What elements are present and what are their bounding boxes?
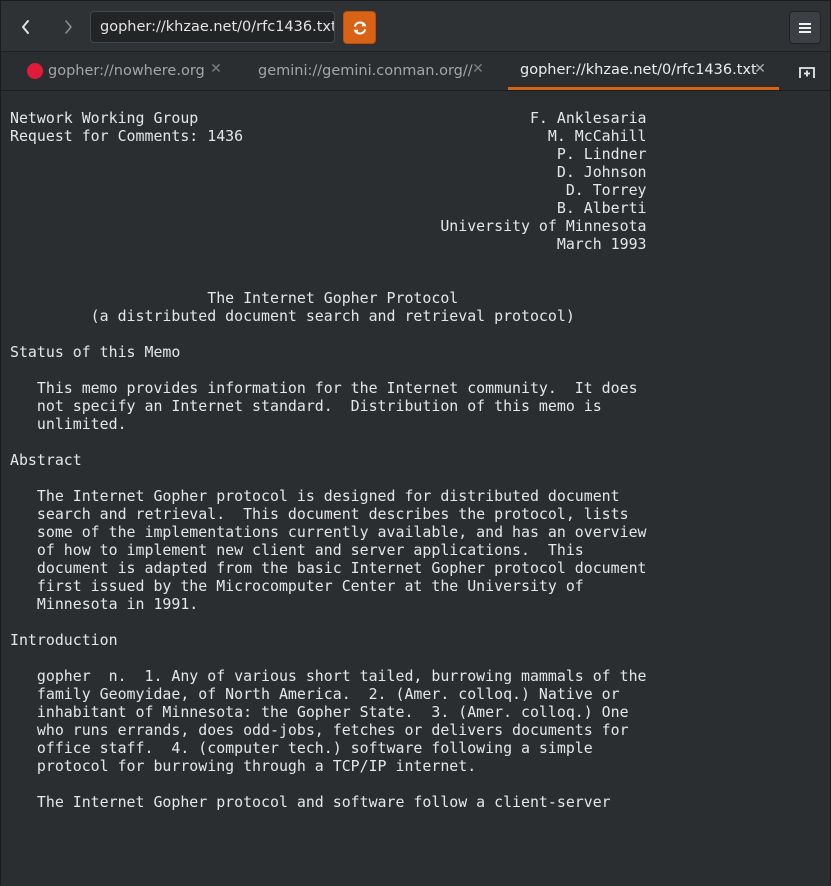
document-line: document is adapted from the basic Inter…	[10, 559, 647, 577]
new-tab-icon	[799, 67, 815, 78]
back-button[interactable]	[9, 11, 43, 43]
document-line: Status of this Memo	[10, 343, 181, 361]
tab-nowhere[interactable]: gopher://nowhere.org ✕	[27, 52, 237, 90]
document-line: gopher n. 1. Any of various short tailed…	[10, 667, 647, 685]
document-line: The Internet Gopher protocol is designed…	[10, 487, 620, 505]
url-input[interactable]: gopher://khzae.net/0/rfc1436.txt	[90, 11, 335, 43]
document-line: first issued by the Microcomputer Center…	[10, 577, 584, 595]
document-line: inhabitant of Minnesota: the Gopher Stat…	[10, 703, 629, 721]
main-menu-button[interactable]	[789, 11, 821, 44]
document-line: D. Torrey	[10, 181, 647, 199]
document-line: University of Minnesota	[10, 217, 647, 235]
document-line: not specify an Internet standard. Distri…	[10, 397, 602, 415]
document-line: who runs errands, does odd-jobs, fetches…	[10, 721, 629, 739]
forward-button[interactable]	[51, 11, 85, 43]
document-line: of how to implement new client and serve…	[10, 541, 584, 559]
reload-button[interactable]	[343, 11, 376, 44]
document-line: P. Lindner	[10, 145, 647, 163]
chevron-right-icon	[65, 20, 72, 34]
document-text: Network Working Group F. Anklesaria Requ…	[10, 109, 647, 811]
document-line: search and retrieval. This document desc…	[10, 505, 629, 523]
document-line: B. Alberti	[10, 199, 647, 217]
toolbar: gopher://khzae.net/0/rfc1436.txt	[1, 1, 830, 52]
document-line: Introduction	[10, 631, 118, 649]
hamburger-menu-icon	[799, 22, 811, 33]
document-line: Network Working Group F. Anklesaria	[10, 109, 647, 127]
tab-label: gopher://khzae.net/0/rfc1436.txt	[520, 61, 757, 78]
tab-conman[interactable]: gemini://gemini.conman.org// ✕	[258, 52, 498, 90]
document-line: some of the implementations currently av…	[10, 523, 647, 541]
document-line: family Geomyidae, of North America. 2. (…	[10, 685, 620, 703]
document-line: Minnesota in 1991.	[10, 595, 199, 613]
tab-rfc1436[interactable]: gopher://khzae.net/0/rfc1436.txt ✕	[508, 52, 779, 90]
error-status-icon	[27, 63, 43, 79]
tab-label: gemini://gemini.conman.org//	[258, 63, 473, 79]
tab-label: gopher://nowhere.org	[48, 63, 205, 79]
document-line: office staff. 4. (computer tech.) softwa…	[10, 739, 593, 757]
document-line: March 1993	[10, 235, 647, 253]
new-tab-button[interactable]	[792, 61, 822, 83]
document-line: (a distributed document search and retri…	[10, 307, 575, 325]
document-line: Abstract	[10, 451, 82, 469]
document-line: protocol for burrowing through a TCP/IP …	[10, 757, 477, 775]
document-line: unlimited.	[10, 415, 127, 433]
close-icon[interactable]: ✕	[752, 61, 768, 77]
close-icon[interactable]: ✕	[208, 61, 224, 77]
document-line: This memo provides information for the I…	[10, 379, 638, 397]
document-line: The Internet Gopher protocol and softwar…	[10, 793, 611, 811]
close-icon[interactable]: ✕	[470, 61, 486, 77]
document-line: Request for Comments: 1436 M. McCahill	[10, 127, 647, 145]
reload-icon	[353, 21, 366, 34]
browser-window: gopher://khzae.net/0/rfc1436.txt gopher:…	[0, 0, 831, 886]
document-line: D. Johnson	[10, 163, 647, 181]
chevron-left-icon	[22, 20, 29, 34]
tab-bar: gopher://nowhere.org ✕ gemini://gemini.c…	[1, 52, 830, 91]
document-line: The Internet Gopher Protocol	[10, 289, 459, 307]
